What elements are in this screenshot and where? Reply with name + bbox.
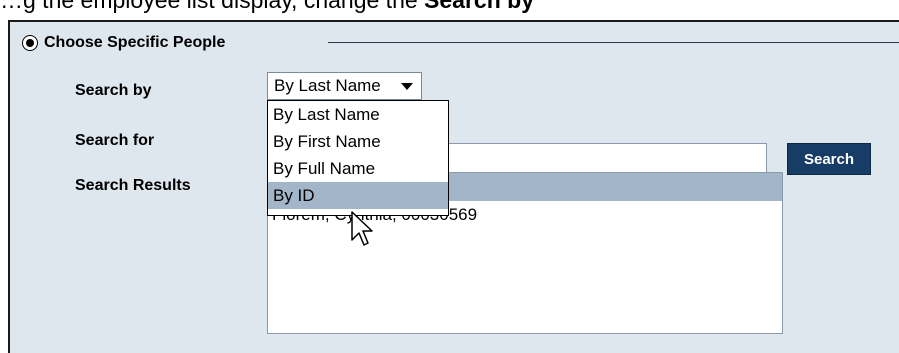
section-label: Choose Specific People bbox=[44, 34, 226, 51]
search-results-label: Search Results bbox=[75, 177, 191, 194]
intro-text-bold: Search by bbox=[424, 0, 534, 13]
choose-people-panel: Choose Specific People Search by Search … bbox=[8, 20, 899, 353]
search-by-label: Search by bbox=[75, 82, 152, 99]
dropdown-option-id[interactable]: By ID bbox=[268, 182, 448, 209]
mouse-pointer-icon bbox=[351, 211, 373, 246]
intro-text-normal: …g the employee list display, change the bbox=[0, 0, 425, 13]
intro-text: …g the employee list display, change the… bbox=[0, 0, 899, 15]
dropdown-option-first-name[interactable]: By First Name bbox=[268, 128, 448, 155]
legend-divider bbox=[328, 42, 899, 43]
search-by-dropdown: By Last Name By First Name By Full Name … bbox=[267, 100, 449, 216]
radio-selected-dot bbox=[26, 39, 34, 47]
search-by-select[interactable]: By Last Name bbox=[267, 72, 422, 100]
section-legend: Choose Specific People bbox=[22, 32, 225, 54]
search-for-label: Search for bbox=[75, 132, 155, 149]
caret-down-icon[interactable] bbox=[401, 83, 413, 90]
choose-specific-people-radio[interactable] bbox=[22, 35, 38, 51]
dropdown-option-last-name[interactable]: By Last Name bbox=[268, 101, 448, 128]
dropdown-option-full-name[interactable]: By Full Name bbox=[268, 155, 448, 182]
search-by-selected-value: By Last Name bbox=[274, 76, 381, 95]
search-button[interactable]: Search bbox=[787, 143, 871, 175]
